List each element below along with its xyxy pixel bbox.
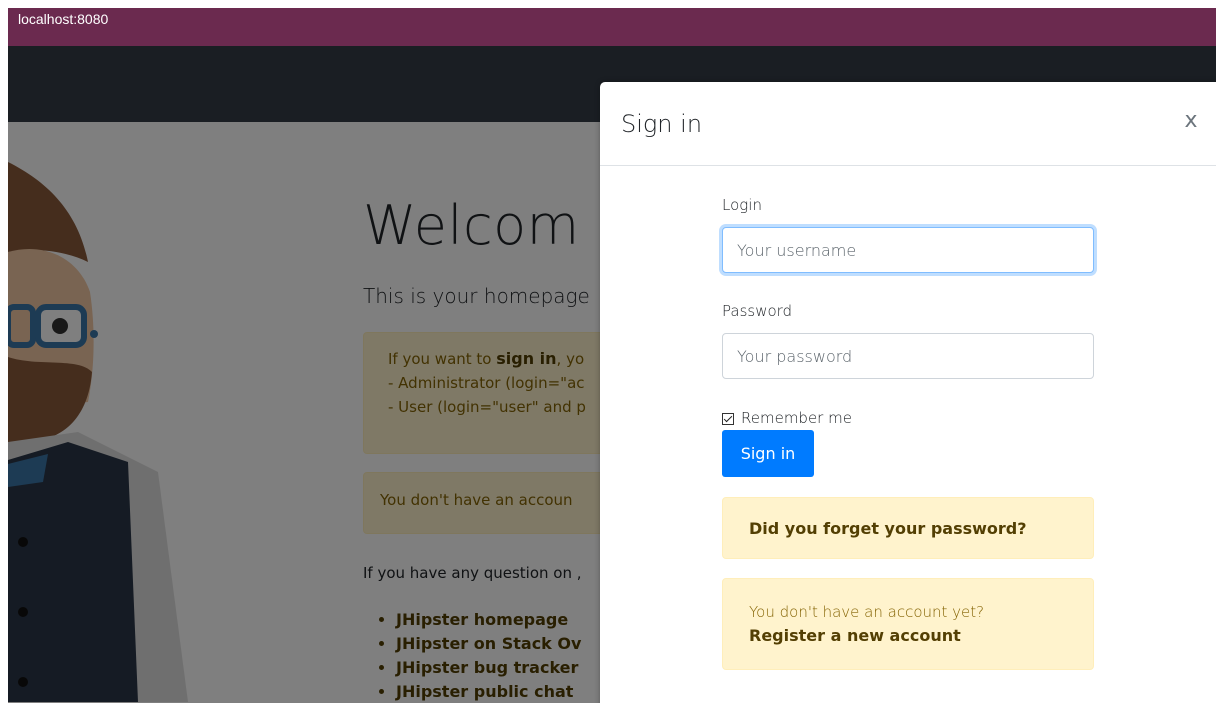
window-edge	[0, 0, 8, 703]
close-button[interactable]: x	[1179, 108, 1203, 136]
url-text: localhost:8080	[18, 11, 109, 27]
register-alert: You don't have an account yet? Register …	[722, 578, 1094, 670]
forgot-password-alert: Did you forget your password?	[722, 497, 1094, 559]
password-input[interactable]	[722, 333, 1094, 379]
signin-button[interactable]: Sign in	[722, 430, 814, 477]
url-bar[interactable]: localhost:8080	[8, 8, 1216, 46]
remember-me-checkbox[interactable]	[722, 413, 734, 425]
signin-modal: Sign in x Login Password Remember me Sig…	[600, 82, 1216, 703]
password-label: Password	[722, 302, 793, 320]
app-viewport: Welcom This is your homepage If you want…	[8, 46, 1216, 703]
no-account-text: You don't have an account yet?	[749, 603, 985, 621]
remember-me-row[interactable]: Remember me	[722, 408, 852, 428]
username-input[interactable]	[722, 227, 1094, 273]
register-link[interactable]: Register a new account	[749, 626, 961, 645]
remember-me-label[interactable]: Remember me	[741, 409, 852, 427]
modal-title: Sign in	[621, 110, 703, 138]
forgot-password-link[interactable]: Did you forget your password?	[749, 519, 1027, 538]
login-label: Login	[722, 196, 762, 214]
modal-header: Sign in x	[600, 82, 1216, 166]
